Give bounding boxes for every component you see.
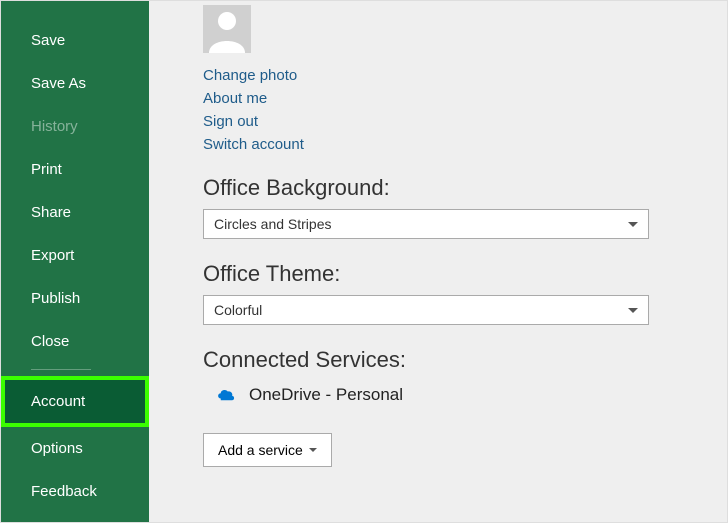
sidebar-item-history: History: [1, 105, 149, 148]
sidebar: Save Save As History Print Share Export …: [1, 1, 149, 522]
person-icon: [203, 5, 251, 53]
service-name: OneDrive - Personal: [249, 385, 403, 405]
sidebar-item-options[interactable]: Options: [1, 427, 149, 470]
link-about-me[interactable]: About me: [203, 90, 727, 107]
heading-office-background: Office Background:: [203, 175, 727, 201]
avatar: [203, 5, 251, 53]
chevron-down-icon: [309, 448, 317, 452]
service-row: OneDrive - Personal: [203, 385, 727, 405]
content-area: Change photo About me Sign out Switch ac…: [149, 1, 727, 522]
dropdown-office-theme-value: Colorful: [214, 302, 262, 318]
sidebar-item-close[interactable]: Close: [1, 320, 149, 363]
sidebar-item-export[interactable]: Export: [1, 234, 149, 277]
sidebar-item-share[interactable]: Share: [1, 191, 149, 234]
add-service-label: Add a service: [218, 442, 303, 458]
sidebar-item-print[interactable]: Print: [1, 148, 149, 191]
dropdown-office-theme[interactable]: Colorful: [203, 295, 649, 325]
link-switch-account[interactable]: Switch account: [203, 136, 727, 153]
sidebar-divider: [31, 369, 91, 370]
sidebar-item-feedback[interactable]: Feedback: [1, 470, 149, 513]
sidebar-item-account-highlight: Account: [1, 376, 149, 427]
sidebar-item-account[interactable]: Account: [5, 380, 145, 423]
chevron-down-icon: [628, 308, 638, 313]
link-sign-out[interactable]: Sign out: [203, 113, 727, 130]
onedrive-icon: [215, 388, 237, 402]
add-service-button[interactable]: Add a service: [203, 433, 332, 467]
heading-connected-services: Connected Services:: [203, 347, 727, 373]
chevron-down-icon: [628, 222, 638, 227]
dropdown-office-background[interactable]: Circles and Stripes: [203, 209, 649, 239]
heading-office-theme: Office Theme:: [203, 261, 727, 287]
sidebar-item-publish[interactable]: Publish: [1, 277, 149, 320]
link-change-photo[interactable]: Change photo: [203, 67, 727, 84]
sidebar-item-save[interactable]: Save: [1, 19, 149, 62]
dropdown-office-background-value: Circles and Stripes: [214, 216, 332, 232]
sidebar-item-save-as[interactable]: Save As: [1, 62, 149, 105]
